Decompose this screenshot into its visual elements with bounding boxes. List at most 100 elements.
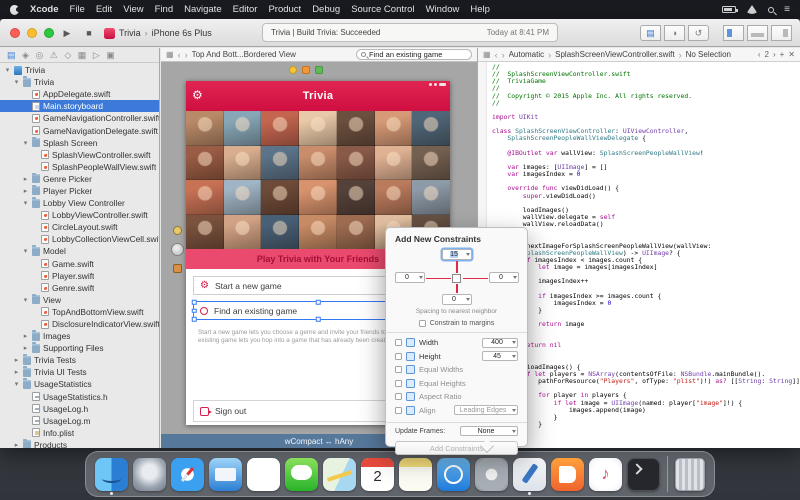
report-navigator-icon[interactable]: ▣ bbox=[106, 50, 115, 61]
navigator-item[interactable]: ▸Images bbox=[0, 330, 159, 342]
dock-item-finder[interactable] bbox=[95, 458, 128, 491]
find-field[interactable]: Find an existing game bbox=[356, 49, 472, 60]
navigator-item[interactable]: GameNavigationDelegate.swift bbox=[0, 124, 159, 136]
menu-file[interactable]: File bbox=[70, 4, 85, 15]
navigator-toggle-button[interactable] bbox=[723, 25, 744, 41]
disclosure-triangle[interactable]: ▾ bbox=[22, 296, 29, 304]
disclosure-triangle[interactable]: ▾ bbox=[13, 380, 20, 388]
width-value-field[interactable]: 400 bbox=[482, 338, 518, 348]
storyboard-entry-point-icon[interactable] bbox=[171, 243, 184, 256]
navigator-item[interactable]: ▾UsageStatistics bbox=[0, 378, 159, 390]
navigator-item[interactable]: ▸Player Picker bbox=[0, 185, 159, 197]
navigator-item[interactable]: DisclosureIndicatorView.swift bbox=[0, 318, 159, 330]
height-checkbox[interactable] bbox=[395, 353, 402, 360]
navigator-item[interactable]: ▸Trivia Tests bbox=[0, 354, 159, 366]
navigator-item[interactable]: TopAndBottomView.swift bbox=[0, 306, 159, 318]
dock-item-system-preferences[interactable] bbox=[475, 458, 508, 491]
disclosure-triangle[interactable]: ▾ bbox=[13, 78, 20, 86]
jump-bar-mode[interactable]: Automatic bbox=[509, 50, 545, 59]
navigator-item[interactable]: UsageStatistics.h bbox=[0, 391, 159, 403]
navigator-item[interactable]: LobbyCollectionViewCell.swift bbox=[0, 233, 159, 245]
debug-navigator-icon[interactable]: ▦ bbox=[78, 50, 87, 61]
selection-handle[interactable] bbox=[316, 317, 321, 322]
scheme-selector[interactable]: Trivia › iPhone 6s Plus bbox=[104, 25, 212, 41]
bottom-strut[interactable] bbox=[456, 284, 458, 293]
close-editor-icon[interactable]: ✕ bbox=[788, 50, 795, 59]
dock-item-safari[interactable] bbox=[171, 458, 204, 491]
previous-counterpart-icon[interactable]: ‹ bbox=[758, 50, 761, 59]
align-checkbox[interactable] bbox=[395, 407, 402, 414]
back-chevron-icon[interactable]: ‹ bbox=[495, 50, 498, 60]
spotlight-icon[interactable] bbox=[768, 7, 774, 13]
selection-handle[interactable] bbox=[192, 300, 197, 305]
navigator-item[interactable]: ▸Supporting Files bbox=[0, 342, 159, 354]
stop-button[interactable]: ■ bbox=[80, 25, 98, 41]
equal-widths-checkbox[interactable] bbox=[395, 366, 402, 373]
menu-product[interactable]: Product bbox=[268, 4, 301, 15]
add-constraints-button[interactable]: Add Constraints bbox=[395, 441, 518, 455]
width-checkbox[interactable] bbox=[395, 339, 402, 346]
assistant-editor-button[interactable]: ◑ bbox=[664, 25, 685, 41]
breakpoint-navigator-icon[interactable]: ▷ bbox=[93, 50, 100, 61]
debug-area-toggle-button[interactable] bbox=[747, 25, 768, 41]
align-dropdown[interactable]: Leading Edges bbox=[454, 405, 518, 415]
top-spacing-field[interactable]: 15 bbox=[442, 249, 472, 260]
dock-item-xcode[interactable] bbox=[513, 458, 546, 491]
disclosure-triangle[interactable]: ▾ bbox=[22, 139, 29, 147]
view-controller-icon[interactable] bbox=[173, 226, 182, 235]
dock-item-launchpad[interactable] bbox=[133, 458, 166, 491]
trailing-strut[interactable] bbox=[463, 278, 488, 280]
notification-center-icon[interactable]: ≡ bbox=[784, 5, 790, 15]
dock-item-terminal[interactable] bbox=[627, 458, 660, 491]
bottom-spacing-field[interactable]: 0 bbox=[442, 294, 472, 305]
inspectors-toggle-button[interactable] bbox=[771, 25, 792, 41]
menu-editor[interactable]: Editor bbox=[233, 4, 258, 15]
navigator-item[interactable]: ▾Model bbox=[0, 245, 159, 257]
menu-edit[interactable]: Edit bbox=[96, 4, 112, 15]
disclosure-triangle[interactable]: ▸ bbox=[13, 356, 20, 364]
disclosure-triangle[interactable]: ▸ bbox=[22, 332, 29, 340]
navigator-item[interactable]: ▾View bbox=[0, 294, 159, 306]
navigator-item[interactable]: Game.swift bbox=[0, 258, 159, 270]
navigator-item[interactable]: Info.plist bbox=[0, 427, 159, 439]
leading-strut[interactable] bbox=[426, 278, 451, 280]
menu-help[interactable]: Help bbox=[470, 4, 490, 15]
navigator-item[interactable]: ▾Splash Screen bbox=[0, 137, 159, 149]
navigator-item[interactable]: ▾Lobby View Controller bbox=[0, 197, 159, 209]
dock-item-mail[interactable] bbox=[209, 458, 242, 491]
project-navigator-icon[interactable]: ▤ bbox=[7, 50, 16, 61]
disclosure-triangle[interactable]: ▾ bbox=[22, 247, 29, 255]
navigator-item[interactable]: ▸Genre Picker bbox=[0, 173, 159, 185]
back-chevron-icon[interactable]: ‹ bbox=[178, 50, 181, 60]
disclosure-triangle[interactable]: ▸ bbox=[13, 441, 20, 448]
jump-bar-selection[interactable]: No Selection bbox=[686, 50, 731, 59]
disclosure-triangle[interactable]: ▸ bbox=[22, 175, 29, 183]
dock-item-calendar[interactable]: 2 bbox=[361, 458, 394, 491]
dock-item-itunes[interactable] bbox=[589, 458, 622, 491]
constrain-to-margins-checkbox[interactable] bbox=[419, 320, 426, 327]
navigator-item[interactable]: SplashViewController.swift bbox=[0, 149, 159, 161]
menu-navigate[interactable]: Navigate bbox=[184, 4, 222, 15]
disclosure-triangle[interactable]: ▾ bbox=[22, 199, 29, 207]
battery-icon[interactable] bbox=[722, 6, 736, 13]
dock-item-maps[interactable] bbox=[323, 458, 356, 491]
navigator-item[interactable]: UsageLog.m bbox=[0, 415, 159, 427]
navigator-item[interactable]: AppDelegate.swift bbox=[0, 88, 159, 100]
dock-item-notes[interactable] bbox=[399, 458, 432, 491]
version-editor-button[interactable]: ↺ bbox=[688, 25, 709, 41]
standard-editor-button[interactable]: ▤ bbox=[640, 25, 661, 41]
selection-handle[interactable] bbox=[192, 317, 197, 322]
wifi-icon[interactable] bbox=[746, 5, 758, 14]
code-area[interactable]: //// SplashScreenViewController.swift// … bbox=[487, 62, 800, 448]
navigator-item[interactable]: ▾Trivia bbox=[0, 64, 159, 76]
disclosure-triangle[interactable]: ▸ bbox=[22, 344, 29, 352]
dock-item-ibooks[interactable] bbox=[551, 458, 584, 491]
dock-item-trash[interactable] bbox=[675, 458, 705, 491]
run-button[interactable]: ▶ bbox=[58, 25, 76, 41]
apple-menu-icon[interactable] bbox=[10, 5, 19, 15]
jump-bar-path[interactable]: Top And Bott...Bordered View bbox=[192, 50, 296, 59]
related-items-icon[interactable]: ▦ bbox=[483, 50, 491, 59]
navigator-item[interactable]: ▾Trivia bbox=[0, 76, 159, 88]
navigator-item[interactable]: ▸Trivia UI Tests bbox=[0, 366, 159, 378]
selection-handle[interactable] bbox=[316, 300, 321, 305]
